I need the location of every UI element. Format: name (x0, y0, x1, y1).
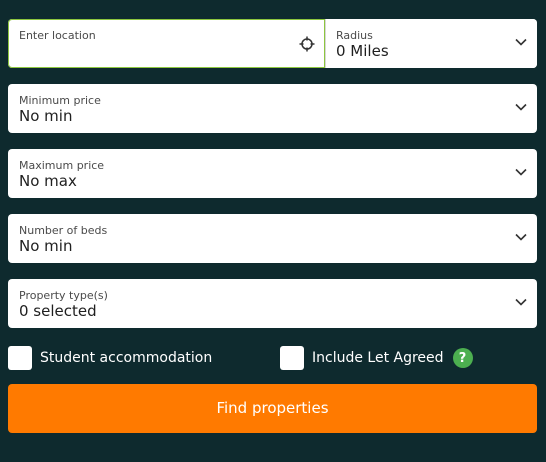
find-properties-button[interactable]: Find properties (8, 384, 537, 433)
student-accommodation-option[interactable]: Student accommodation (8, 346, 212, 370)
max-price-select[interactable]: Maximum price No max (8, 149, 537, 198)
max-price-value: No max (19, 172, 77, 190)
chevron-down-icon (515, 168, 527, 176)
student-accommodation-checkbox[interactable] (8, 346, 32, 370)
min-price-value: No min (19, 107, 73, 125)
location-input[interactable] (19, 29, 289, 42)
chevron-down-icon (515, 233, 527, 241)
chevron-down-icon (515, 38, 527, 46)
let-agreed-checkbox[interactable] (280, 346, 304, 370)
location-field[interactable] (8, 19, 325, 68)
property-type-label: Property type(s) (19, 289, 108, 302)
let-agreed-label[interactable]: Include Let Agreed (312, 350, 444, 366)
min-price-label: Minimum price (19, 94, 101, 107)
min-price-select[interactable]: Minimum price No min (8, 84, 537, 133)
crosshair-icon[interactable] (299, 36, 315, 52)
chevron-down-icon (515, 298, 527, 306)
chevron-down-icon (515, 103, 527, 111)
radius-label: Radius (336, 29, 373, 42)
property-type-select[interactable]: Property type(s) 0 selected (8, 279, 537, 328)
beds-label: Number of beds (19, 224, 108, 237)
beds-select[interactable]: Number of beds No min (8, 214, 537, 263)
radius-select[interactable]: Radius 0 Miles (326, 19, 537, 68)
location-radius-group: Radius 0 Miles (8, 19, 537, 68)
help-icon[interactable]: ? (452, 348, 473, 368)
property-type-value: 0 selected (19, 302, 97, 320)
let-agreed-option[interactable]: Include Let Agreed ? (280, 346, 473, 370)
max-price-label: Maximum price (19, 159, 105, 172)
student-accommodation-label[interactable]: Student accommodation (40, 350, 212, 366)
radius-value: 0 Miles (336, 42, 389, 60)
beds-value: No min (19, 237, 73, 255)
